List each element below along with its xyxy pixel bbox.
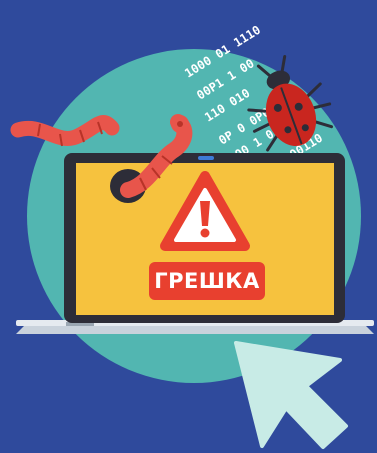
webcam bbox=[198, 156, 214, 160]
illustration-canvas: 1000 01 1110 00P1 1 00 110 010 0P 0 0P00… bbox=[10, 23, 374, 449]
error-label: ГРЕШКА bbox=[149, 262, 265, 300]
cursor-icon bbox=[234, 341, 348, 449]
error-illustration: 1000 01 1110 00P1 1 00 110 010 0P 0 0P00… bbox=[0, 0, 377, 453]
